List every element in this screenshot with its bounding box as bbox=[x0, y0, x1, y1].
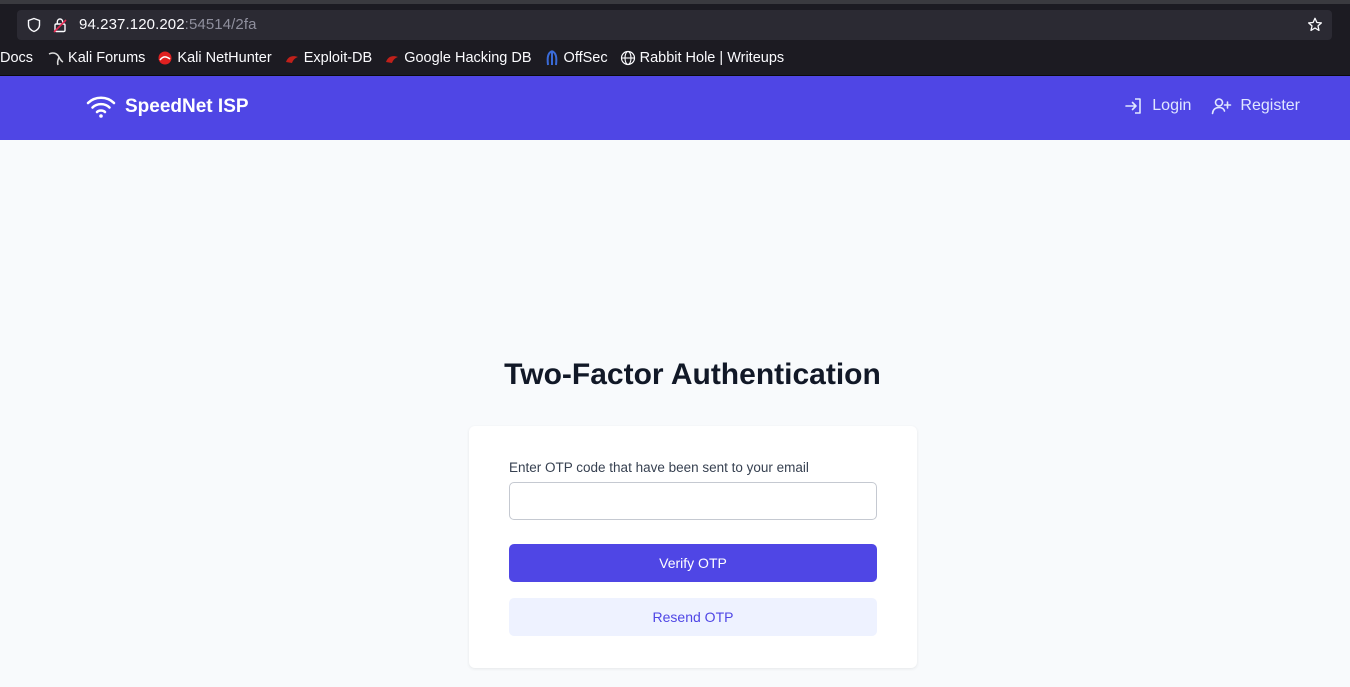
star-bookmark-icon[interactable] bbox=[1307, 17, 1323, 33]
browser-toolbar: 94.237.120.202:54514/2fa Docs Kali Forum… bbox=[0, 4, 1350, 76]
url-text[interactable]: 94.237.120.202:54514/2fa bbox=[79, 16, 257, 33]
address-bar[interactable]: 94.237.120.202:54514/2fa bbox=[17, 10, 1332, 40]
otp-label: Enter OTP code that have been sent to yo… bbox=[509, 460, 809, 475]
ghdb-icon bbox=[386, 56, 399, 63]
resend-otp-button[interactable]: Resend OTP bbox=[509, 598, 877, 636]
add-user-icon bbox=[1212, 98, 1232, 115]
register-label: Register bbox=[1240, 97, 1300, 114]
site-navbar: SpeedNet ISP Login Register bbox=[0, 76, 1350, 140]
brand-logo[interactable]: SpeedNet ISP bbox=[86, 95, 249, 119]
globe-icon bbox=[620, 50, 635, 66]
login-label: Login bbox=[1152, 97, 1192, 114]
otp-card: Enter OTP code that have been sent to yo… bbox=[469, 426, 917, 668]
bookmark-docs[interactable]: Docs bbox=[0, 50, 33, 66]
shield-icon[interactable] bbox=[26, 17, 42, 33]
bookmark-google-hacking-db[interactable]: Google Hacking DB bbox=[384, 50, 532, 66]
offsec-icon bbox=[546, 50, 557, 66]
register-link[interactable]: Register bbox=[1211, 96, 1300, 116]
bookmark-offsec[interactable]: OffSec bbox=[544, 50, 608, 66]
bookmark-kali-nethunter[interactable]: Kali NetHunter bbox=[157, 50, 272, 66]
nav-links: Login Register bbox=[1104, 96, 1300, 116]
insecure-lock-icon[interactable] bbox=[52, 17, 68, 33]
otp-input[interactable] bbox=[509, 482, 877, 520]
nethunter-icon bbox=[158, 51, 172, 65]
brand-name: SpeedNet ISP bbox=[125, 96, 249, 117]
wifi-icon bbox=[86, 96, 116, 118]
bookmarks-bar: Docs Kali Forums Kali NetHunter Exploit-… bbox=[0, 46, 796, 70]
login-link[interactable]: Login bbox=[1124, 96, 1191, 116]
bookmark-exploit-db[interactable]: Exploit-DB bbox=[284, 50, 372, 66]
login-icon bbox=[1125, 98, 1142, 114]
verify-otp-button[interactable]: Verify OTP bbox=[509, 544, 877, 582]
exploitdb-icon bbox=[285, 56, 298, 63]
bookmark-rabbit-hole[interactable]: Rabbit Hole | Writeups bbox=[620, 50, 784, 66]
page-title: Two-Factor Authentication bbox=[504, 358, 881, 391]
bookmark-kali-forums[interactable]: Kali Forums bbox=[48, 50, 145, 66]
kali-dragon-icon bbox=[48, 52, 64, 66]
